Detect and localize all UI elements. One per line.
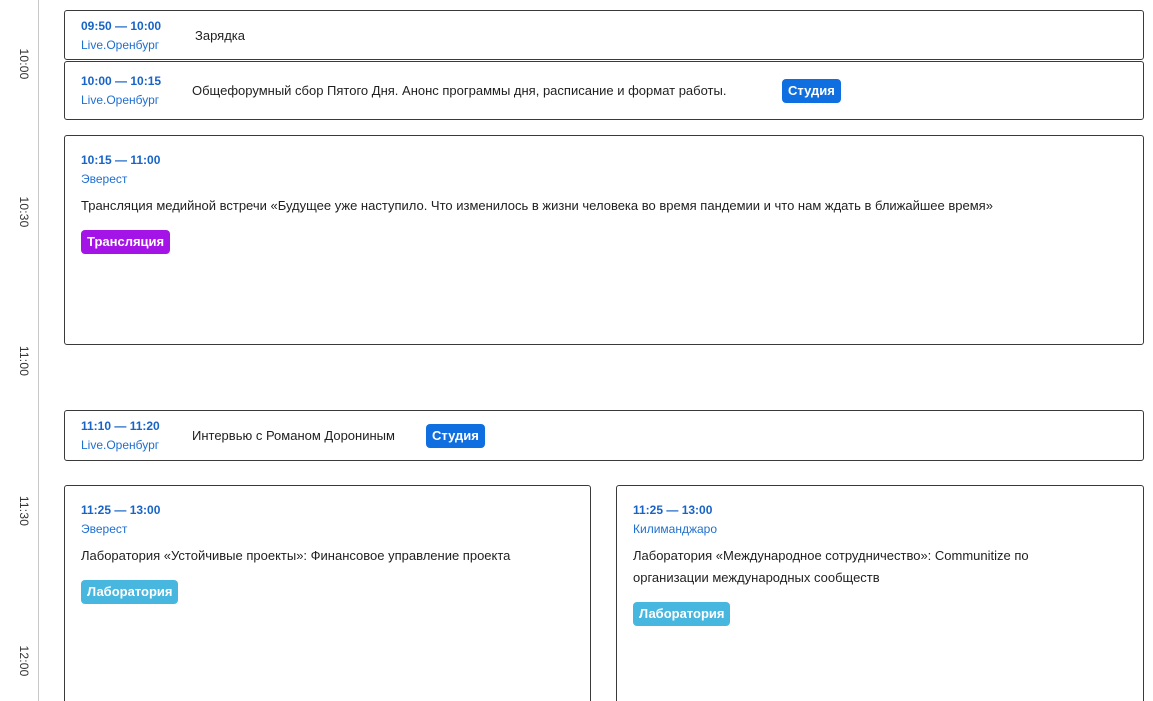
event-location: Live.Оренбург	[81, 93, 160, 107]
time-label-1030: 10:30	[17, 196, 31, 228]
event-time: 11:25 — 13:00	[81, 503, 161, 517]
event-location: Килиманджаро	[633, 522, 717, 536]
event-card[interactable]: 09:50 — 10:00 Live.Оренбург Зарядка	[64, 10, 1144, 60]
time-label-1100: 11:00	[17, 345, 31, 377]
event-title: Зарядка	[195, 28, 245, 43]
event-time: 10:15 — 11:00	[81, 153, 161, 167]
event-title: Интервью с Романом Дорониным	[192, 428, 395, 443]
event-time: 11:25 — 13:00	[633, 503, 713, 517]
event-time: 09:50 — 10:00	[81, 19, 162, 33]
event-location: Live.Оренбург	[81, 438, 160, 452]
time-label-1000: 10:00	[17, 48, 31, 80]
event-card[interactable]: 11:25 — 13:00 Эверест Лаборатория «Устой…	[64, 485, 591, 701]
tag-lab[interactable]: Лаборатория	[633, 602, 731, 626]
timeline-axis-line	[38, 0, 39, 701]
time-label-1130: 11:30	[17, 495, 31, 527]
event-card[interactable]: 10:00 — 10:15 Live.Оренбург Общефорумный…	[64, 61, 1144, 120]
event-location: Эверест	[81, 172, 128, 186]
event-location: Эверест	[81, 522, 128, 536]
tag-lab[interactable]: Лаборатория	[81, 580, 179, 604]
event-title: Лаборатория «Устойчивые проекты»: Финанс…	[81, 548, 511, 563]
event-title: Лаборатория «Международное сотрудничеств…	[633, 548, 1029, 585]
tag-studio[interactable]: Студия	[782, 79, 841, 103]
event-card[interactable]: 10:15 — 11:00 Эверест Трансляция медийно…	[64, 135, 1144, 345]
event-card[interactable]: 11:25 — 13:00 Килиманджаро Лаборатория «…	[616, 485, 1144, 701]
tag-studio[interactable]: Студия	[426, 424, 485, 448]
schedule-view: 10:00 10:30 11:00 11:30 12:00 09:50 — 10…	[0, 0, 1153, 701]
event-title: Трансляция медийной встречи «Будущее уже…	[81, 198, 993, 213]
time-label-1200: 12:00	[17, 645, 31, 677]
event-time: 11:10 — 11:20	[81, 419, 160, 433]
timeline: 10:00 10:30 11:00 11:30 12:00	[0, 0, 40, 701]
event-location: Live.Оренбург	[81, 38, 160, 52]
event-title: Общефорумный сбор Пятого Дня. Анонс прог…	[192, 83, 727, 98]
tag-broadcast[interactable]: Трансляция	[81, 230, 171, 254]
event-time: 10:00 — 10:15	[81, 74, 162, 88]
event-card[interactable]: 11:10 — 11:20 Live.Оренбург Интервью с Р…	[64, 410, 1144, 461]
